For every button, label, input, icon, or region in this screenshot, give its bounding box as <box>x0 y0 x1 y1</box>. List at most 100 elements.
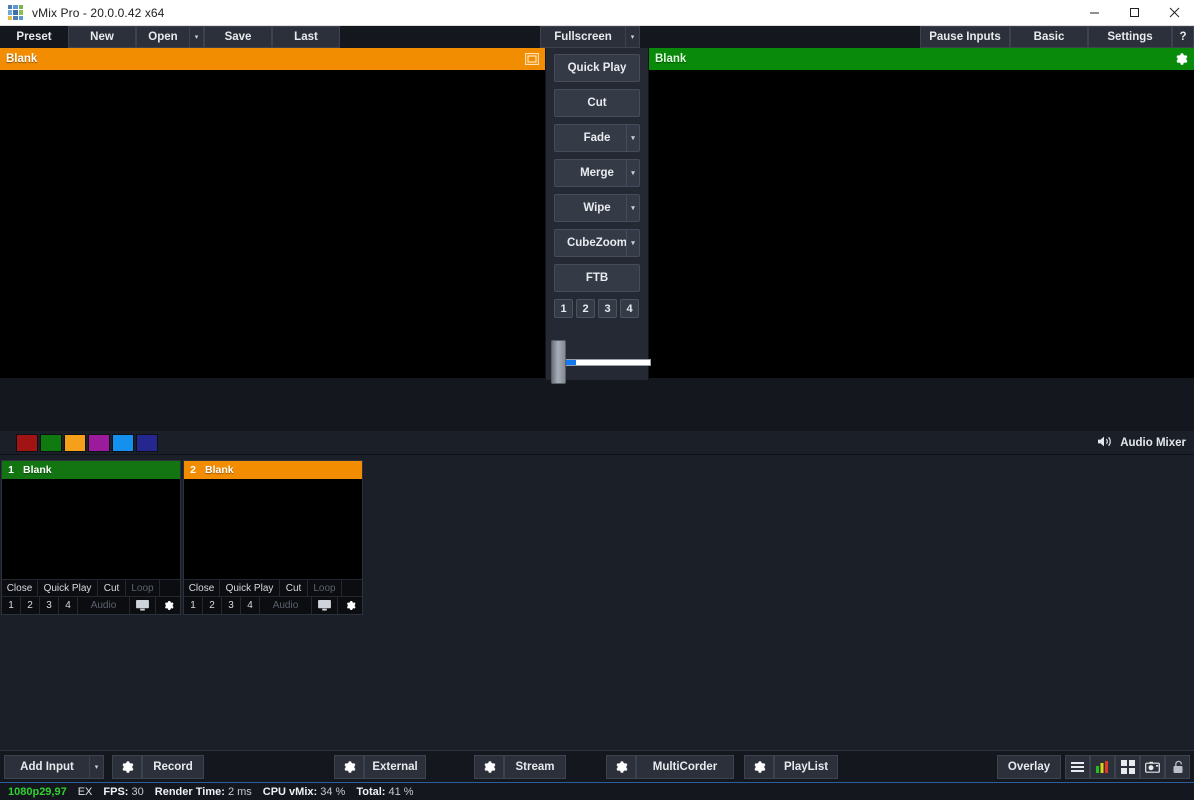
preview-header[interactable]: Blank <box>0 48 545 70</box>
input-loop-2[interactable]: Loop <box>308 579 342 597</box>
last-button[interactable]: Last <box>272 26 340 48</box>
cubezoom-dropdown-arrow-icon[interactable]: ▾ <box>626 230 639 256</box>
audio-meter-icon[interactable] <box>1090 754 1115 779</box>
input-loop-1[interactable]: Loop <box>126 579 160 597</box>
t-bar-track[interactable] <box>559 359 651 366</box>
open-dropdown-arrow-icon[interactable]: ▾ <box>190 26 204 48</box>
input-2-slot-4[interactable]: 4 <box>241 596 260 614</box>
stream-settings-gear-icon[interactable] <box>474 754 504 779</box>
status-bar: 1080p29,97 EX FPS: 30 Render Time: 2 ms … <box>0 782 1194 800</box>
transition-number-buttons: 1234 <box>554 299 640 318</box>
external-settings-gear-icon[interactable] <box>334 754 364 779</box>
merge-button[interactable]: Merge ▾ <box>554 159 640 187</box>
fade-button[interactable]: Fade ▾ <box>554 124 640 152</box>
snapshot-icon[interactable] <box>1140 754 1165 779</box>
lock-icon[interactable] <box>1165 754 1190 779</box>
new-button[interactable]: New <box>68 26 136 48</box>
playlist-button[interactable]: PlayList <box>774 754 838 779</box>
color-swatch-1[interactable] <box>16 433 38 452</box>
color-swatch-4[interactable] <box>88 433 110 452</box>
color-swatches <box>16 433 158 452</box>
input-1-slot-1[interactable]: 1 <box>2 596 21 614</box>
fullscreen-dropdown-arrow-icon[interactable]: ▾ <box>626 26 640 48</box>
cubezoom-button[interactable]: CubeZoom ▾ <box>554 229 640 257</box>
vmix-application-window: vMix Pro - 20.0.0.42 x64 Preset New Open… <box>0 0 1194 800</box>
input-close-2[interactable]: Close <box>184 579 220 597</box>
input-audio-2[interactable]: Audio <box>260 596 312 614</box>
preset-button[interactable]: Preset <box>0 26 68 48</box>
t-bar-handle[interactable] <box>551 340 566 384</box>
transition-panel: Quick Play Cut Fade ▾ Merge ▾ Wipe ▾ Cub… <box>545 48 649 380</box>
ftb-button[interactable]: FTB <box>554 264 640 292</box>
fade-dropdown-arrow-icon[interactable]: ▾ <box>626 125 639 151</box>
fullscreen-split-button: Fullscreen ▾ <box>540 26 640 48</box>
input-1-slot-3[interactable]: 3 <box>40 596 59 614</box>
input-2-slot-3[interactable]: 3 <box>222 596 241 614</box>
color-swatch-5[interactable] <box>112 433 134 452</box>
status-cpu-value: 34 % <box>320 785 346 798</box>
pause-inputs-button[interactable]: Pause Inputs <box>920 26 1010 48</box>
input-monitor-icon-2[interactable] <box>312 596 338 614</box>
input-gear-icon-1[interactable] <box>156 597 180 614</box>
input-thumbnail-1[interactable]: 1 Blank Close Quick Play Cut Loop 1 2 3 4 Audio <box>1 460 181 615</box>
input-quickplay-1[interactable]: Quick Play <box>38 579 98 597</box>
hamburger-menu-icon[interactable] <box>1065 754 1090 779</box>
transition-duration-3[interactable]: 3 <box>598 299 617 318</box>
playlist-settings-gear-icon[interactable] <box>744 754 774 779</box>
external-button[interactable]: External <box>364 754 426 779</box>
input-gear-icon-2[interactable] <box>338 597 362 614</box>
add-input-dropdown-arrow-icon[interactable]: ▾ <box>90 754 104 779</box>
help-button[interactable]: ? <box>1172 26 1194 48</box>
stream-button[interactable]: Stream <box>504 754 566 779</box>
input-2-slot-2[interactable]: 2 <box>203 596 222 614</box>
record-settings-gear-icon[interactable] <box>112 754 142 779</box>
input-cut-1[interactable]: Cut <box>98 579 126 597</box>
t-bar-fader[interactable] <box>545 338 651 384</box>
quick-play-button[interactable]: Quick Play <box>554 54 640 82</box>
record-button[interactable]: Record <box>142 754 204 779</box>
transition-duration-4[interactable]: 4 <box>620 299 639 318</box>
minimize-button[interactable] <box>1074 0 1114 26</box>
program-video[interactable] <box>649 70 1194 378</box>
color-swatch-2[interactable] <box>40 433 62 452</box>
input-quickplay-2[interactable]: Quick Play <box>220 579 280 597</box>
cut-button[interactable]: Cut <box>554 89 640 117</box>
input-video-1[interactable] <box>2 479 180 579</box>
settings-button[interactable]: Settings <box>1088 26 1172 48</box>
program-header[interactable]: Blank <box>649 48 1194 70</box>
multiview-grid-icon[interactable] <box>1115 754 1140 779</box>
input-cut-2[interactable]: Cut <box>280 579 308 597</box>
gear-icon[interactable] <box>1174 52 1188 66</box>
multiview-icon[interactable] <box>525 53 539 65</box>
transition-duration-1[interactable]: 1 <box>554 299 573 318</box>
status-fps: FPS: 30 <box>103 786 143 798</box>
color-swatch-6[interactable] <box>136 433 158 452</box>
multicorder-button[interactable]: MultiCorder <box>636 754 734 779</box>
input-audio-1[interactable]: Audio <box>78 596 130 614</box>
status-fps-label: FPS: <box>103 785 129 798</box>
wipe-dropdown-arrow-icon[interactable]: ▾ <box>626 195 639 221</box>
input-1-slot-4[interactable]: 4 <box>59 596 78 614</box>
input-close-1[interactable]: Close <box>2 579 38 597</box>
fullscreen-button[interactable]: Fullscreen <box>540 26 626 48</box>
basic-button[interactable]: Basic <box>1010 26 1088 48</box>
preview-video[interactable] <box>0 70 545 378</box>
color-swatch-3[interactable] <box>64 433 86 452</box>
input-thumbnail-2[interactable]: 2 Blank Close Quick Play Cut Loop 1 2 3 4 Audio <box>183 460 363 615</box>
maximize-button[interactable] <box>1114 0 1154 26</box>
transition-duration-2[interactable]: 2 <box>576 299 595 318</box>
input-monitor-icon-1[interactable] <box>130 596 156 614</box>
save-button[interactable]: Save <box>204 26 272 48</box>
merge-dropdown-arrow-icon[interactable]: ▾ <box>626 160 639 186</box>
input-video-2[interactable] <box>184 479 362 579</box>
wipe-button[interactable]: Wipe ▾ <box>554 194 640 222</box>
input-2-slot-1[interactable]: 1 <box>184 596 203 614</box>
close-button[interactable] <box>1154 0 1194 26</box>
input-1-slot-2[interactable]: 2 <box>21 596 40 614</box>
preview-pane: Blank <box>0 48 545 378</box>
open-button[interactable]: Open <box>136 26 190 48</box>
overlay-button[interactable]: Overlay <box>997 754 1061 779</box>
add-input-button[interactable]: Add Input <box>4 754 90 779</box>
multicorder-settings-gear-icon[interactable] <box>606 754 636 779</box>
audio-mixer-toggle[interactable]: Audio Mixer <box>1097 435 1186 451</box>
